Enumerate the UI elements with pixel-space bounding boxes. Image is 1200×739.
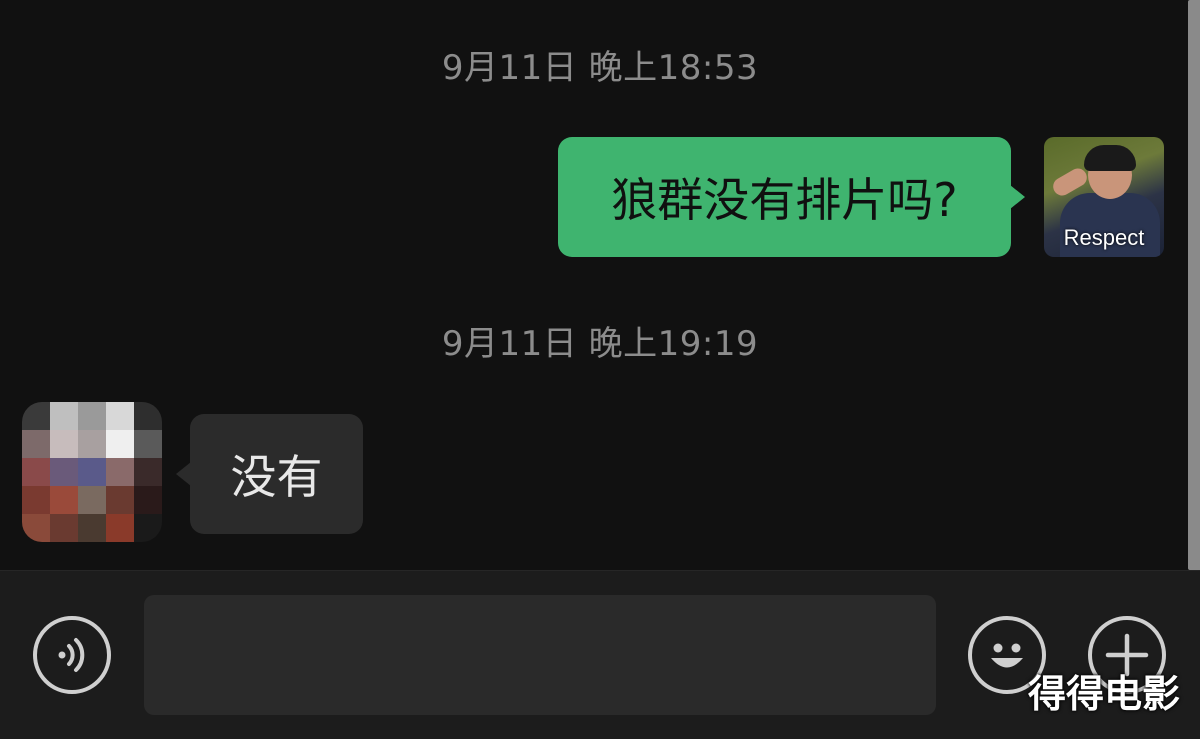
message-timestamp: 9月11日 晚上19:19 [441,324,759,364]
voice-button[interactable] [33,616,111,694]
incoming-message-text: 没有 [230,450,323,504]
avatar-figure-hair [1084,145,1136,171]
incoming-message-bubble[interactable]: 没有 [176,414,363,534]
contact-avatar-blurred[interactable] [22,402,162,542]
voice-icon [58,638,85,672]
watermark: 得得电影 [1027,672,1180,716]
message-input[interactable] [144,595,936,715]
message-timestamp: 9月11日 晚上18:53 [441,48,759,88]
self-avatar[interactable]: Respect [1044,137,1164,257]
outgoing-message-bubble[interactable]: 狼群没有排片吗? [558,137,1025,257]
chat-area[interactable]: 9月11日 晚上18:53 狼群没有排片吗? Respect 9月11日 晚上1… [0,0,1200,570]
avatar-caption: Respect [1063,225,1145,250]
input-bar [0,570,1200,739]
outgoing-message-text: 狼群没有排片吗? [611,173,958,227]
